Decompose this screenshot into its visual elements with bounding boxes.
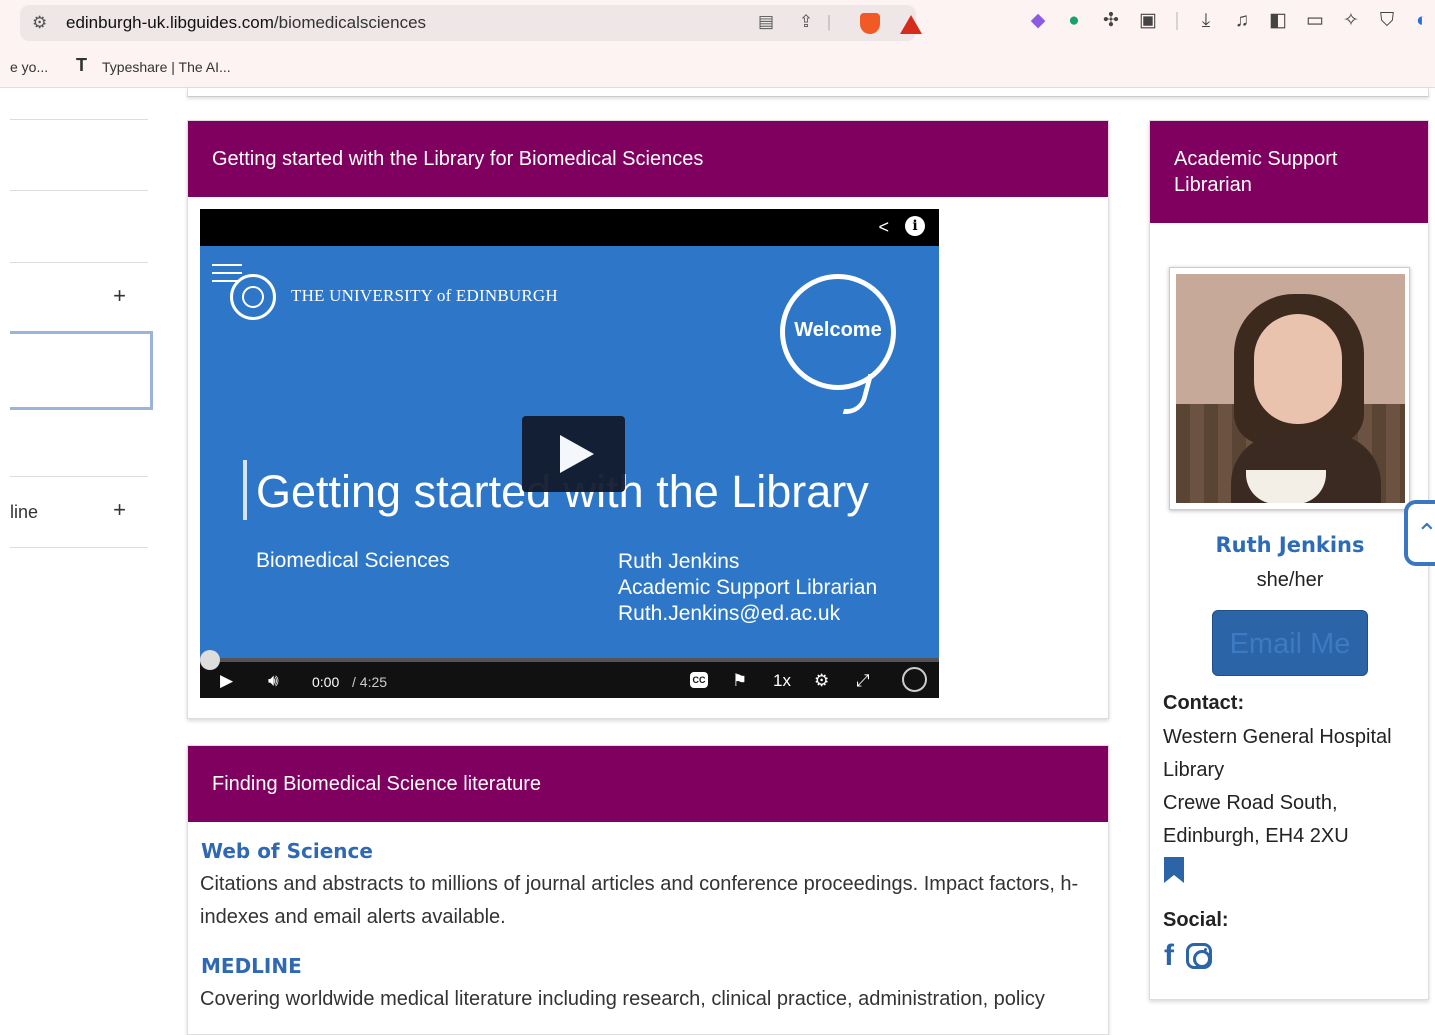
email-me-button[interactable]: Email Me [1212, 610, 1368, 676]
university-logo-icon[interactable] [902, 667, 927, 692]
university-crest-icon [230, 274, 276, 320]
facebook-icon[interactable]: f [1164, 939, 1174, 973]
contact-heading: Contact: [1163, 692, 1245, 714]
address-bar[interactable]: ⚙ edinburgh-uk.libguides.com/biomedicals… [20, 5, 922, 41]
bookmark-item[interactable]: e yo... [10, 59, 48, 75]
current-time: 0:00 [312, 674, 340, 690]
literature-box-header: Finding Biomedical Science literature [188, 746, 1108, 822]
fullscreen-icon[interactable]: ⤢ [856, 671, 870, 691]
web-of-science-description: Citations and abstracts to millions of j… [200, 873, 1079, 928]
expand-plus-icon[interactable]: + [113, 283, 126, 309]
librarian-profile-box: Academic Support Librarian Ruth Jenkins … [1149, 120, 1429, 1000]
librarian-photo-frame [1169, 267, 1410, 510]
grammarly-icon[interactable]: ● [1062, 10, 1086, 32]
puzzle-icon[interactable]: ✣ [1099, 10, 1123, 32]
video-controls: ▶ 🔊︎ 0:00 / 4:25 CC ⚑ 1x ⚙ ⤢ [200, 650, 939, 698]
video-player[interactable]: < i THE UNIVERSITY of EDINBURGH Welcome … [200, 209, 939, 698]
music-icon[interactable]: ♫ [1230, 10, 1254, 32]
volume-icon[interactable]: 🔊︎ [268, 671, 279, 691]
tune-icon[interactable]: ⚙ [32, 13, 47, 33]
medline-description: Covering worldwide medical literature in… [200, 988, 1045, 1010]
literature-box-title: Finding Biomedical Science literature [212, 772, 542, 795]
typeshare-icon: T [76, 55, 87, 75]
contact-address: Western General Hospital Library Crewe R… [1163, 721, 1423, 853]
video-box: Getting started with the Library for Bio… [187, 120, 1109, 719]
wallet-icon[interactable]: ▭ [1303, 10, 1327, 32]
extension-diamond-icon[interactable]: ◆ [1026, 10, 1050, 32]
vpn-shield-icon[interactable]: ⛉ [1375, 10, 1399, 32]
profile-box-title: Academic Support Librarian [1174, 148, 1338, 196]
progress-bar[interactable] [200, 658, 939, 662]
nav-item-active[interactable] [10, 331, 153, 410]
flag-icon[interactable]: ⚑ [732, 671, 747, 691]
nav-item[interactable] [10, 190, 148, 262]
share-icon[interactable]: < [878, 217, 889, 238]
previous-box-edge [187, 88, 1429, 97]
captions-button[interactable]: CC [690, 672, 708, 688]
university-name: THE UNIVERSITY of EDINBURGH [291, 286, 558, 305]
back-to-top-button[interactable]: ⌃ [1404, 500, 1435, 566]
bookmark-item[interactable]: Typeshare | The AI... [102, 59, 231, 75]
welcome-text: Welcome [794, 319, 882, 341]
contact-line: Crewe Road South, [1163, 792, 1338, 814]
instagram-icon[interactable] [1186, 943, 1212, 969]
brave-shield-icon[interactable] [860, 13, 880, 34]
sparkle-icon[interactable]: ✧ [1339, 10, 1363, 32]
librarian-photo [1176, 274, 1405, 503]
url-domain: edinburgh-uk.libguides.com [66, 13, 274, 32]
video-box-header: Getting started with the Library for Bio… [188, 121, 1108, 197]
bookmark-icon[interactable] [1164, 857, 1184, 883]
page-content: + line + Getting started with the Librar… [0, 88, 1435, 1035]
video-slide: THE UNIVERSITY of EDINBURGH Welcome Gett… [200, 246, 939, 661]
nav-item[interactable]: line + [10, 476, 148, 548]
video-box-title: Getting started with the Library for Bio… [212, 147, 704, 170]
nav-item-label: line [10, 502, 39, 522]
info-icon[interactable]: i [905, 216, 925, 236]
divider: | [826, 12, 832, 31]
author-role: Academic Support Librarian [618, 576, 878, 599]
page-search-icon[interactable]: ▣ [1136, 10, 1160, 32]
title-accent-bar [243, 460, 247, 520]
librarian-name[interactable]: Ruth Jenkins [1150, 533, 1430, 557]
chevron-up-icon: ⌃ [1416, 518, 1435, 548]
medline-link[interactable]: MEDLINE [201, 954, 302, 978]
guide-side-nav: + line + [10, 88, 153, 548]
contact-line: Library [1163, 759, 1225, 781]
literature-box: Finding Biomedical Science literature We… [187, 745, 1109, 1035]
divider: | [1174, 10, 1180, 31]
web-of-science-link[interactable]: Web of Science [201, 839, 373, 863]
social-heading: Social: [1163, 909, 1229, 931]
progress-handle[interactable] [200, 650, 220, 670]
sidebar-icon[interactable]: ◧ [1266, 10, 1290, 32]
url-path: /biomedicalsciences [273, 13, 427, 32]
playback-speed-button[interactable]: 1x [773, 671, 791, 691]
browser-chrome: ⚙ edinburgh-uk.libguides.com/biomedicals… [0, 0, 1435, 88]
profile-icon[interactable]: ◐ [1410, 10, 1434, 32]
play-button[interactable] [522, 416, 625, 492]
reader-icon[interactable]: ▤ [755, 12, 777, 32]
expand-plus-icon[interactable]: + [113, 497, 126, 523]
contact-line: Edinburgh, EH4 2XU [1163, 825, 1349, 847]
play-icon[interactable]: ▶ [220, 671, 233, 691]
profile-box-header: Academic Support Librarian [1150, 121, 1428, 223]
download-icon[interactable]: ⤓ [1194, 10, 1218, 32]
contact-line: Western General Hospital [1163, 726, 1392, 748]
settings-gear-icon[interactable]: ⚙ [814, 671, 829, 691]
share-icon[interactable]: ⇪ [795, 12, 817, 32]
author-email: Ruth.Jenkins@ed.ac.uk [618, 602, 841, 625]
nav-item[interactable]: + [10, 262, 148, 332]
video-top-bar: < i [200, 209, 939, 246]
slide-department: Biomedical Sciences [256, 549, 450, 572]
url-text[interactable]: edinburgh-uk.libguides.com/biomedicalsci… [66, 13, 426, 33]
librarian-pronouns: she/her [1256, 569, 1324, 591]
author-name: Ruth Jenkins [618, 550, 740, 573]
slide-author: Ruth Jenkins Academic Support Librarian … [618, 549, 877, 627]
brave-rewards-icon[interactable] [900, 15, 922, 34]
duration: / 4:25 [352, 674, 388, 690]
nav-item[interactable] [10, 119, 148, 190]
